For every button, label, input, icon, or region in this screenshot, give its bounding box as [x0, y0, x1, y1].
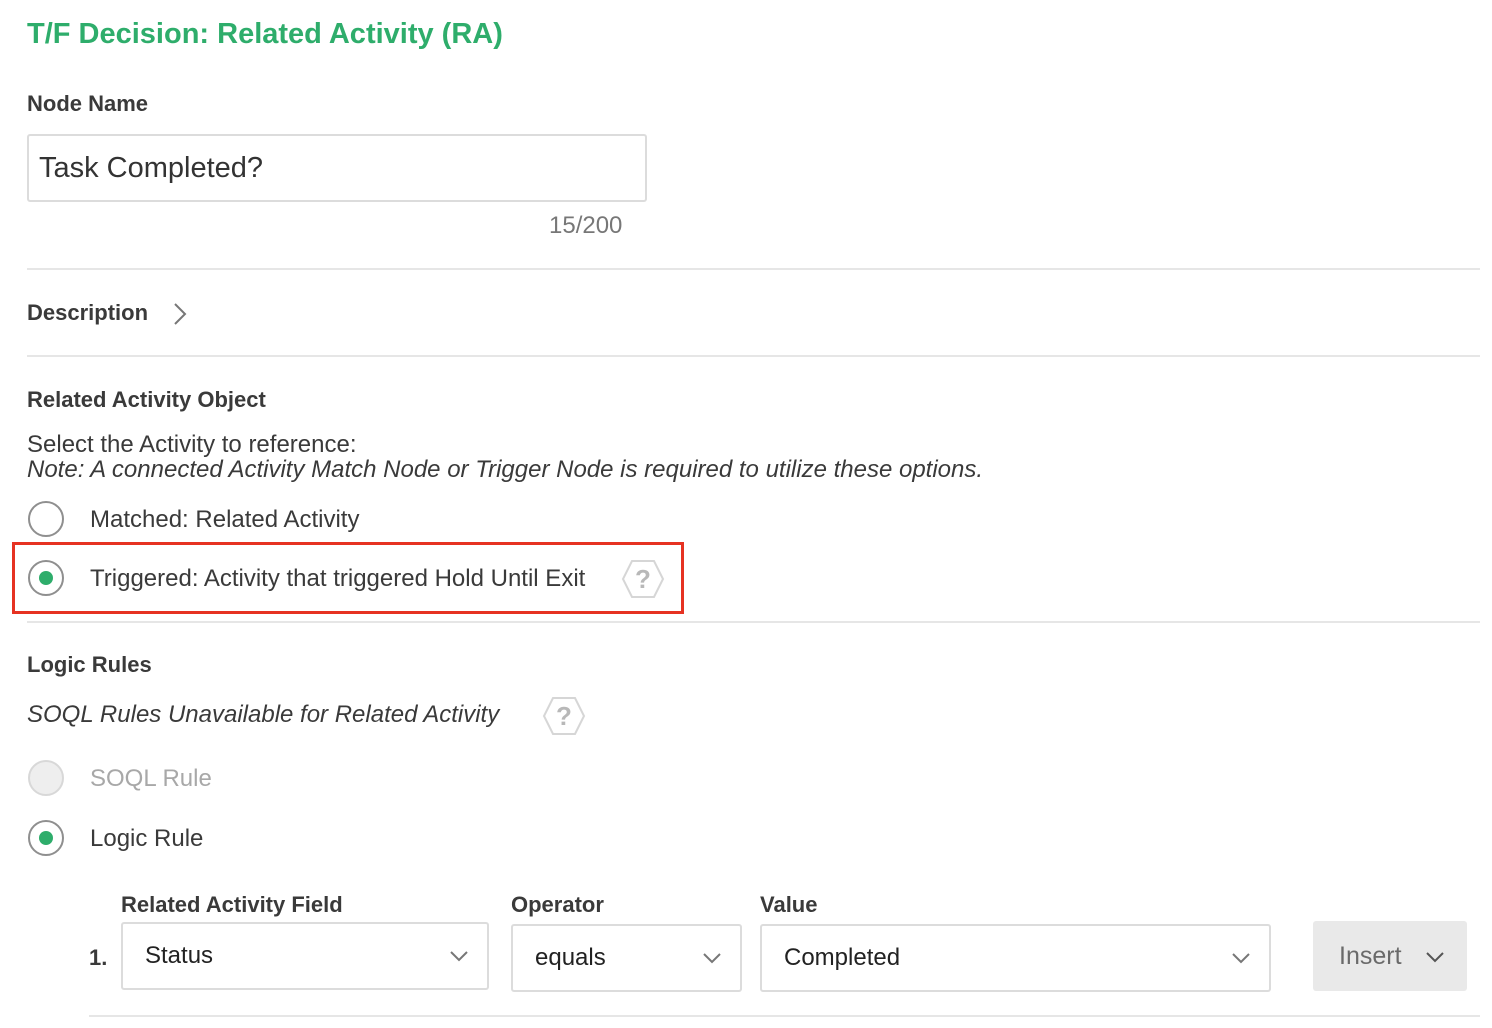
logic-rule-label: Logic Rule: [90, 825, 204, 852]
column-header-value: Value: [760, 892, 818, 917]
logic-rules-heading: Logic Rules: [27, 652, 152, 677]
description-toggle[interactable]: Description: [27, 296, 197, 332]
soql-notice: SOQL Rules Unavailable for Related Activ…: [27, 701, 500, 728]
divider: [27, 355, 1480, 357]
divider: [89, 1015, 1480, 1017]
soql-rule-option: SOQL Rule: [27, 759, 287, 799]
triggered-label: Triggered: Activity that triggered Hold …: [90, 565, 586, 592]
value-select[interactable]: Completed: [760, 924, 1271, 992]
panel-title: T/F Decision: Related Activity (RA): [27, 18, 503, 50]
logic-rule-option[interactable]: Logic Rule: [27, 819, 287, 859]
field-select[interactable]: Status: [121, 922, 489, 990]
insert-button[interactable]: Insert: [1313, 921, 1467, 991]
divider: [27, 621, 1480, 623]
character-counter: 15/200: [549, 212, 623, 239]
chevron-down-icon: [1232, 953, 1250, 964]
related-activity-object-heading: Related Activity Object: [27, 387, 266, 412]
chevron-right-icon: [174, 303, 187, 325]
operator-select[interactable]: equals: [511, 924, 742, 992]
description-label: Description: [27, 300, 149, 325]
soql-rule-radio: [28, 760, 64, 796]
chevron-down-icon: [450, 951, 468, 962]
matched-radio[interactable]: [28, 501, 64, 537]
rule-index: 1.: [89, 945, 108, 970]
triggered-option[interactable]: Triggered: Activity that triggered Hold …: [27, 559, 677, 599]
chevron-down-icon: [1426, 952, 1444, 963]
chevron-down-icon: [703, 953, 721, 964]
column-header-operator: Operator: [511, 892, 604, 917]
value-select-value: Completed: [784, 944, 901, 971]
node-name-label: Node Name: [27, 91, 149, 116]
svg-text:?: ?: [635, 564, 651, 594]
insert-button-label: Insert: [1339, 941, 1402, 970]
matched-option[interactable]: Matched: Related Activity: [27, 500, 447, 540]
logic-rule-radio[interactable]: [28, 820, 64, 856]
divider: [27, 268, 1480, 270]
soql-rule-label: SOQL Rule: [90, 765, 212, 792]
svg-text:?: ?: [556, 701, 572, 731]
column-header-field: Related Activity Field: [121, 892, 343, 917]
note-text: Note: A connected Activity Match Node or…: [27, 456, 984, 483]
operator-select-value: equals: [535, 944, 606, 971]
triggered-radio[interactable]: [28, 560, 64, 596]
instruction-text: Select the Activity to reference:: [27, 431, 357, 458]
matched-label: Matched: Related Activity: [90, 506, 360, 533]
help-icon[interactable]: ?: [542, 696, 586, 736]
help-icon[interactable]: ?: [621, 559, 665, 599]
field-select-value: Status: [145, 942, 214, 969]
node-name-input[interactable]: [27, 134, 647, 202]
